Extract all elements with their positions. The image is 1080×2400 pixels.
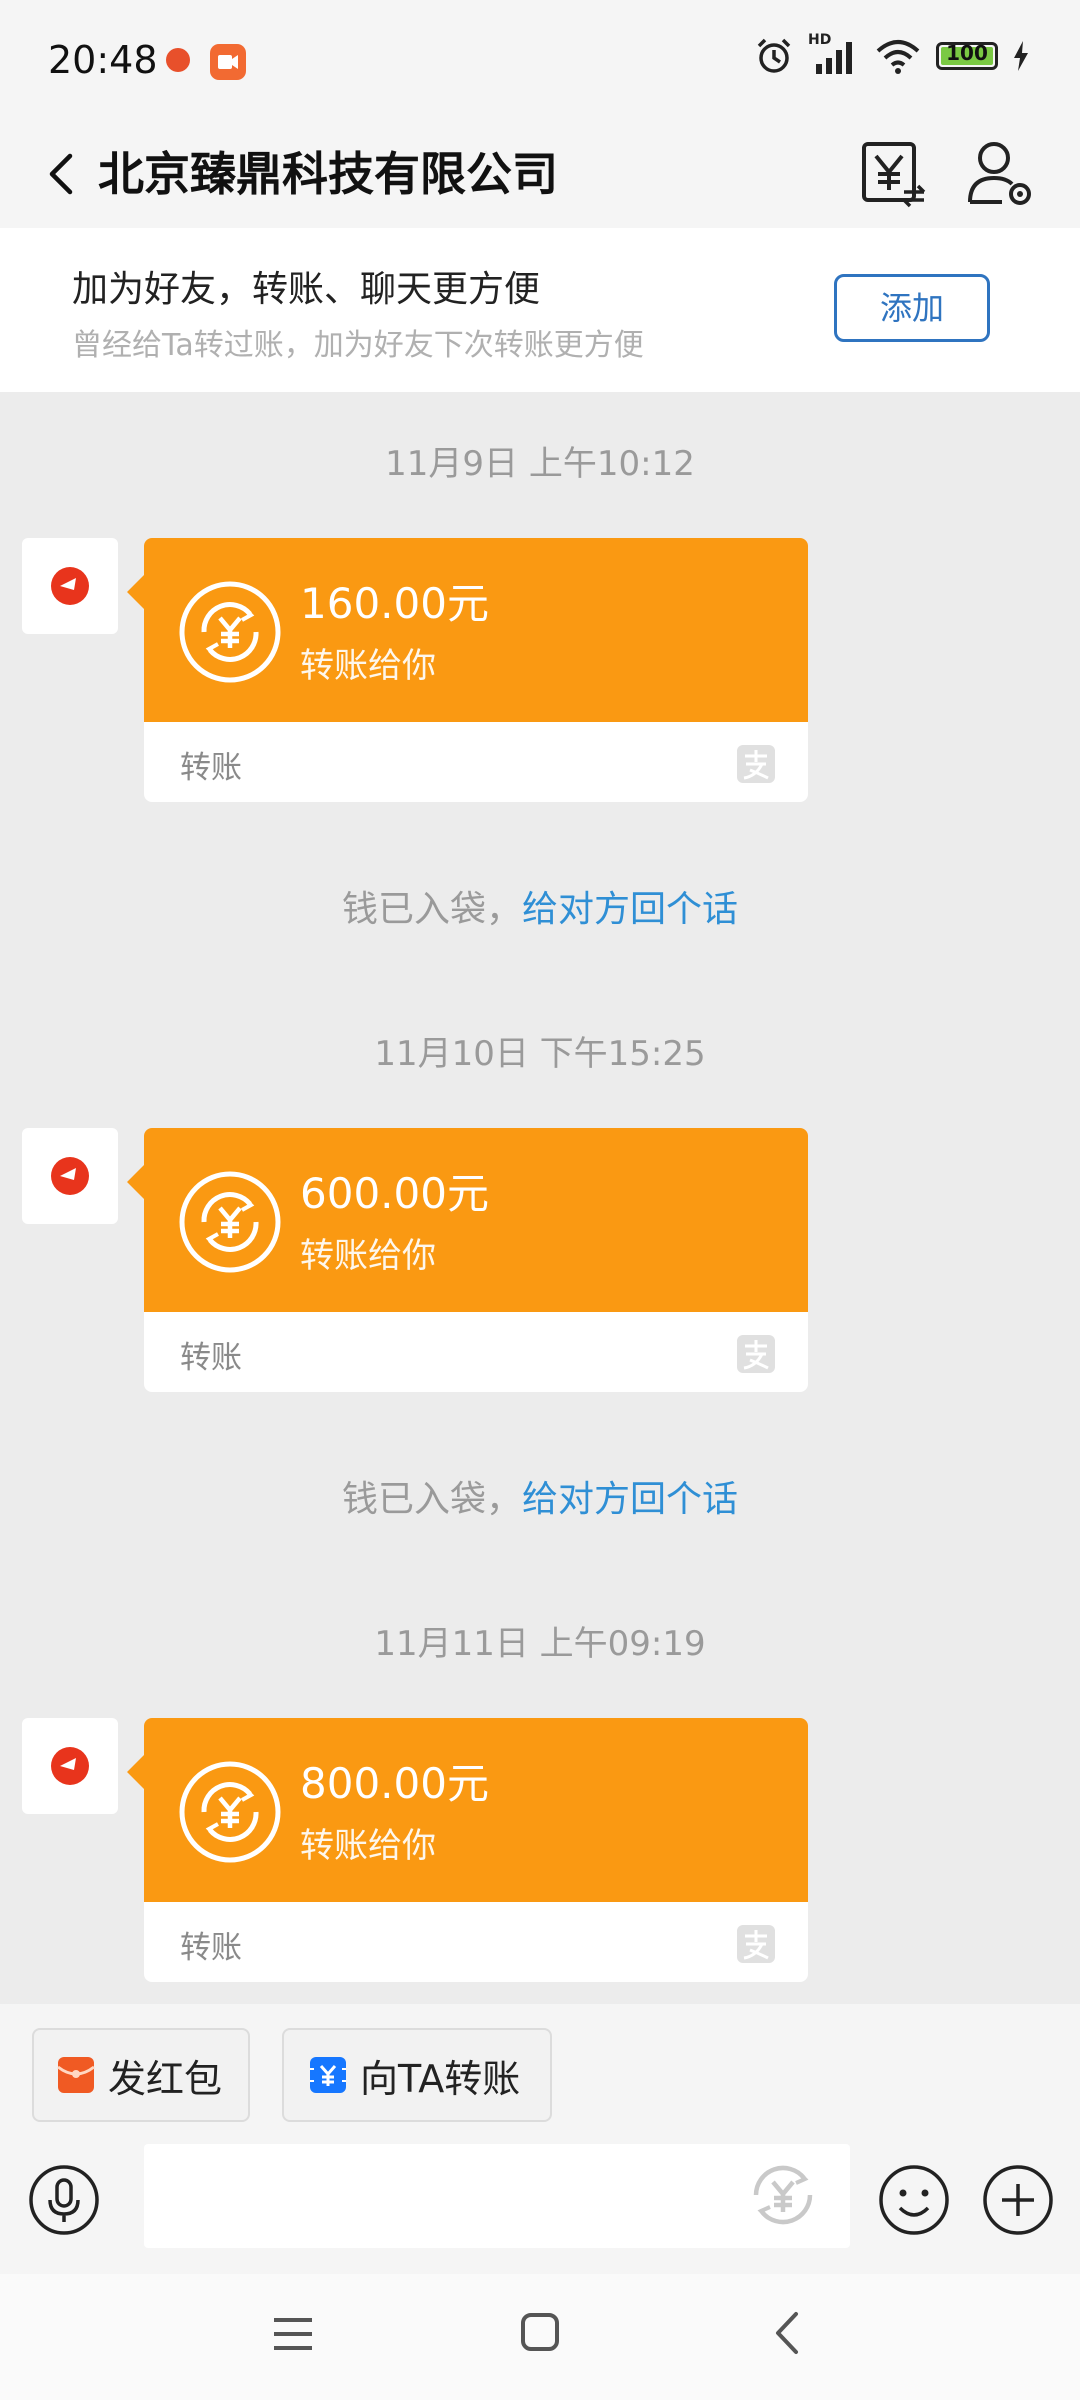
- add-friend-button[interactable]: 添加: [834, 274, 990, 342]
- banner-title: 加为好友，转账、聊天更方便: [72, 269, 541, 310]
- yen-circle-icon: [753, 2165, 813, 2225]
- emoji-button[interactable]: [878, 2164, 950, 2236]
- avatar[interactable]: [22, 1718, 118, 1814]
- alipay-icon: [737, 1335, 775, 1373]
- input-transfer-button[interactable]: [746, 2158, 820, 2232]
- voice-input-button[interactable]: [28, 2164, 100, 2236]
- transfer-card-header: 160.00元 转账给你: [144, 538, 808, 722]
- alarm-icon: [757, 38, 791, 73]
- reply-link[interactable]: 给对方回个话: [522, 889, 738, 930]
- more-button[interactable]: [982, 2164, 1054, 2236]
- system-navigation-bar: [0, 2274, 1080, 2400]
- add-friend-banner: 加为好友，转账、聊天更方便 曾经给Ta转过账，加为好友下次转账更方便 添加: [0, 228, 1080, 392]
- smiley-icon: [879, 2165, 949, 2235]
- alipay-icon: [737, 745, 775, 783]
- status-bar: 20:48 HD 100: [0, 0, 1080, 120]
- user-settings-icon: [968, 142, 1031, 205]
- message-timestamp: 11月10日 下午15:25: [374, 1034, 706, 1074]
- back-button[interactable]: [34, 144, 94, 204]
- transfer-to-ta-button[interactable]: 向TA转账: [282, 2028, 552, 2122]
- avatar[interactable]: [22, 538, 118, 634]
- red-packet-icon: [57, 2057, 95, 2093]
- top-nav-bar: 北京臻鼎科技有限公司: [0, 120, 1080, 228]
- plus-icon: [983, 2165, 1053, 2235]
- transfer-amount: 160.00元: [300, 579, 489, 628]
- transfer-description: 转账给你: [300, 646, 436, 686]
- back-icon[interactable]: [770, 2310, 804, 2356]
- home-icon[interactable]: [520, 2312, 560, 2352]
- message-timestamp: 11月9日 上午10:12: [385, 444, 695, 484]
- transfer-description: 转账给你: [300, 1826, 436, 1866]
- chevron-left-icon: [49, 153, 73, 195]
- transfer-card-footer: 转账: [180, 1340, 242, 1376]
- video-app-icon: [210, 44, 246, 80]
- transfer-amount: 600.00元: [300, 1169, 489, 1218]
- company-logo-icon: [51, 567, 89, 605]
- received-notice: 钱已入袋，给对方回个话: [341, 889, 739, 930]
- yen-exchange-icon: [862, 142, 926, 208]
- company-logo-icon: [51, 1157, 89, 1195]
- microphone-icon: [29, 2165, 99, 2235]
- received-notice: 钱已入袋，给对方回个话: [341, 1479, 739, 1520]
- transfer-card-footer: 转账: [180, 750, 242, 786]
- red-packet-button[interactable]: 发红包: [32, 2028, 250, 2122]
- user-settings-button[interactable]: [962, 136, 1038, 212]
- company-logo-icon: [51, 1747, 89, 1785]
- menu-icon[interactable]: [272, 2314, 314, 2354]
- transfer-card[interactable]: 600.00元 转账给你 转账: [144, 1128, 808, 1392]
- charging-icon: [1014, 41, 1028, 71]
- transfer-card-footer: 转账: [180, 1930, 242, 1966]
- alipay-icon: [737, 1925, 775, 1963]
- signal-icon: HD: [808, 32, 860, 76]
- transfer-amount: 800.00元: [300, 1759, 489, 1808]
- transfer-yen-icon: [179, 581, 281, 683]
- avatar[interactable]: [22, 1128, 118, 1224]
- transfer-card-header: 800.00元 转账给你: [144, 1718, 808, 1902]
- transfer-card-header: 600.00元 转账给你: [144, 1128, 808, 1312]
- reply-link[interactable]: 给对方回个话: [522, 1479, 738, 1520]
- banner-subtitle: 曾经给Ta转过账，加为好友下次转账更方便: [72, 328, 644, 363]
- quick-action-bar: 发红包 向TA转账: [0, 2004, 1080, 2144]
- transfer-icon: [310, 2057, 346, 2093]
- battery-icon: 100: [936, 41, 998, 70]
- transfer-records-button[interactable]: [858, 138, 930, 210]
- status-icons: HD 100: [754, 32, 1030, 76]
- transfer-description: 转账给你: [300, 1236, 436, 1276]
- page-title: 北京臻鼎科技有限公司: [98, 147, 558, 201]
- app-notification-icon: [166, 48, 190, 72]
- transfer-yen-icon: [179, 1171, 281, 1273]
- wifi-icon: [876, 40, 920, 74]
- message-timestamp: 11月11日 上午09:19: [374, 1624, 706, 1664]
- transfer-yen-icon: [179, 1761, 281, 1863]
- message-input[interactable]: [144, 2144, 850, 2248]
- transfer-card[interactable]: 160.00元 转账给你 转账: [144, 538, 808, 802]
- transfer-card[interactable]: 800.00元 转账给你 转账: [144, 1718, 808, 1982]
- status-time: 20:48: [48, 38, 158, 82]
- message-input-bar: [0, 2144, 1080, 2274]
